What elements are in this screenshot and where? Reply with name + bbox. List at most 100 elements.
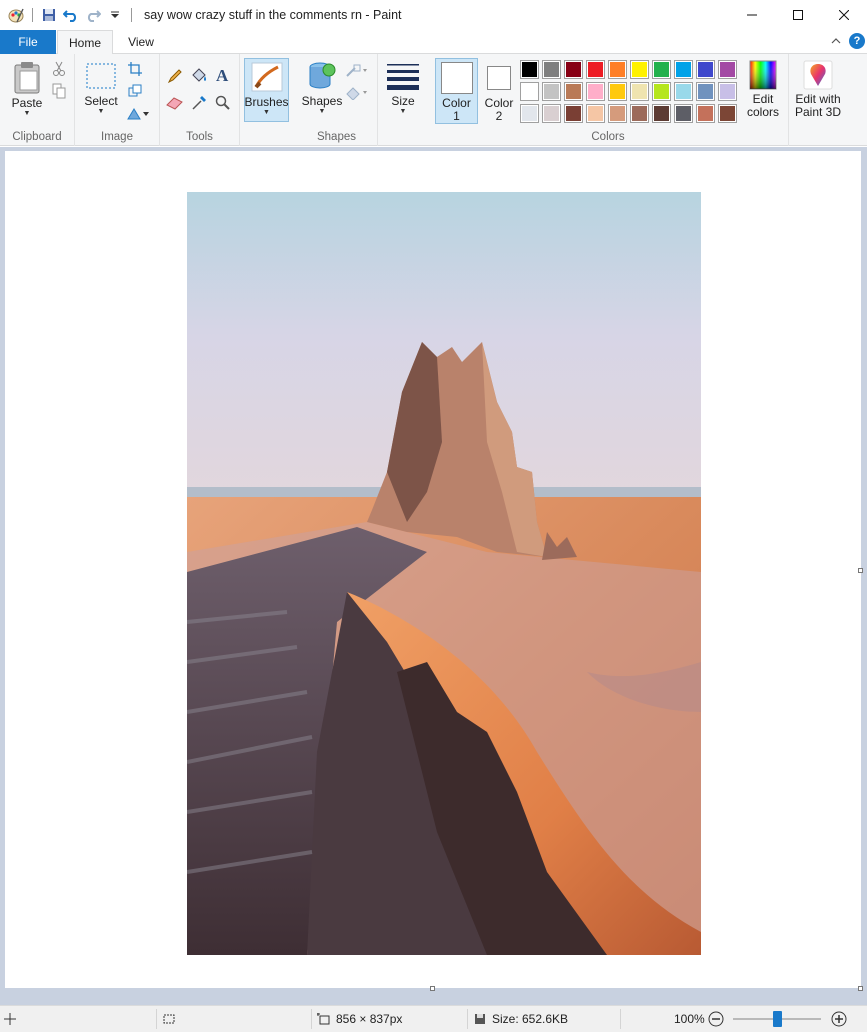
color-swatch[interactable] [608, 82, 627, 101]
brushes-group: Brushes ▼ [240, 54, 296, 146]
edit-colors-button[interactable]: Edit colors [742, 60, 784, 119]
color-swatch[interactable] [674, 60, 693, 79]
disk-icon [475, 1014, 485, 1024]
ribbon-tabs: File Home View ? [0, 30, 867, 55]
collapse-ribbon-icon[interactable] [829, 34, 843, 48]
zoom-in-button[interactable] [831, 1006, 847, 1032]
select-button[interactable]: Select ▼ [83, 62, 119, 116]
image-group: Select ▼ Image [75, 54, 160, 146]
edit-with-paint3d-button[interactable]: Edit with Paint 3D [792, 60, 844, 119]
color-swatch[interactable] [630, 82, 649, 101]
paste-button[interactable]: Paste ▼ [8, 60, 46, 118]
tab-file[interactable]: File [0, 30, 56, 54]
fill-bucket-icon[interactable] [190, 67, 208, 85]
color-swatch[interactable] [652, 60, 671, 79]
crop-icon[interactable] [126, 60, 144, 78]
size-button[interactable]: Size ▼ [384, 62, 422, 116]
zoom-slider-thumb[interactable] [773, 1011, 782, 1027]
color-swatch[interactable] [674, 104, 693, 123]
resize-handle-corner[interactable] [858, 986, 863, 991]
drawing-canvas[interactable] [5, 151, 863, 991]
resize-icon[interactable] [126, 82, 144, 100]
minimize-button[interactable] [729, 0, 775, 30]
color-swatch[interactable] [718, 104, 737, 123]
painted-desert-rock-image [187, 192, 701, 955]
canvas-size-icon [317, 1013, 330, 1025]
canvas-dimensions: 856 × 837px [317, 1006, 402, 1032]
text-tool-icon[interactable]: A [214, 66, 232, 84]
save-icon[interactable] [39, 5, 59, 25]
shapes-button[interactable]: Shapes ▼ [302, 60, 342, 116]
color-swatch[interactable] [564, 82, 583, 101]
color-swatch[interactable] [696, 104, 715, 123]
resize-handle-bottom[interactable] [430, 986, 435, 991]
shapes-label: Shapes [301, 94, 343, 108]
canvas-dimensions-text: 856 × 837px [336, 1012, 403, 1026]
color-swatch[interactable] [674, 82, 693, 101]
color-swatch[interactable] [564, 104, 583, 123]
color-swatch[interactable] [520, 82, 539, 101]
customize-toolbar-icon[interactable] [105, 5, 125, 25]
color-swatch[interactable] [718, 82, 737, 101]
brushes-button[interactable]: Brushes ▼ [244, 58, 289, 122]
select-label: Select [84, 94, 118, 108]
color-swatch[interactable] [520, 104, 539, 123]
color-swatch[interactable] [520, 60, 539, 79]
image-group-label: Image [101, 131, 133, 143]
outline-icon[interactable] [344, 62, 370, 80]
color-swatch[interactable] [652, 82, 671, 101]
cut-icon[interactable] [50, 60, 68, 78]
help-icon[interactable]: ? [849, 33, 865, 49]
color-swatch[interactable] [542, 82, 561, 101]
color-swatch[interactable] [608, 104, 627, 123]
eraser-icon[interactable] [166, 94, 184, 112]
shapes-group-label: Shapes [316, 131, 356, 143]
rotate-icon[interactable] [126, 104, 150, 122]
clipboard-group-label: Clipboard [12, 131, 62, 143]
color-spectrum-icon [749, 60, 777, 90]
copy-icon[interactable] [50, 82, 68, 100]
chevron-down-icon: ▼ [263, 109, 270, 116]
color-swatch[interactable] [696, 60, 715, 79]
clipboard-group: Paste ▼ Clipboard [0, 54, 75, 146]
close-button[interactable] [821, 0, 867, 30]
color-swatch[interactable] [652, 104, 671, 123]
color-swatch[interactable] [718, 60, 737, 79]
color-swatch[interactable] [564, 60, 583, 79]
paint3d-icon [803, 60, 833, 90]
colors-group: Edit colors Colors [428, 54, 789, 146]
tab-view[interactable]: View [116, 30, 166, 54]
brush-icon [251, 62, 282, 92]
color-swatch[interactable] [630, 104, 649, 123]
color-swatch[interactable] [608, 60, 627, 79]
zoom-out-button[interactable] [708, 1006, 724, 1032]
paint-app-icon[interactable] [6, 5, 26, 25]
color-swatch[interactable] [586, 60, 605, 79]
file-size-text: Size: 652.6KB [492, 1012, 569, 1026]
tab-home[interactable]: Home [57, 30, 113, 55]
color-swatch[interactable] [542, 104, 561, 123]
resize-handle-right[interactable] [858, 568, 863, 573]
maximize-button[interactable] [775, 0, 821, 30]
undo-icon[interactable] [61, 5, 81, 25]
canvas-workspace [0, 147, 867, 1005]
size-group: Size ▼ [378, 54, 428, 146]
edit-colors-label: Edit colors [746, 92, 779, 119]
color-swatch[interactable] [542, 60, 561, 79]
fill-icon[interactable] [344, 84, 370, 102]
magnifier-icon[interactable] [214, 94, 232, 112]
chevron-down-icon: ▼ [23, 110, 31, 117]
select-icon [86, 63, 116, 89]
redo-icon[interactable] [83, 5, 103, 25]
brushes-label: Brushes [244, 95, 289, 109]
pencil-icon[interactable] [166, 67, 184, 85]
zoom-level: 100% [674, 1012, 705, 1026]
size-label: Size [391, 94, 415, 108]
color-swatch[interactable] [630, 60, 649, 79]
chevron-down-icon: ▼ [399, 108, 407, 115]
color-swatch[interactable] [586, 82, 605, 101]
status-separator [156, 1009, 157, 1029]
color-picker-icon[interactable] [190, 94, 208, 112]
color-swatch[interactable] [586, 104, 605, 123]
color-swatch[interactable] [696, 82, 715, 101]
